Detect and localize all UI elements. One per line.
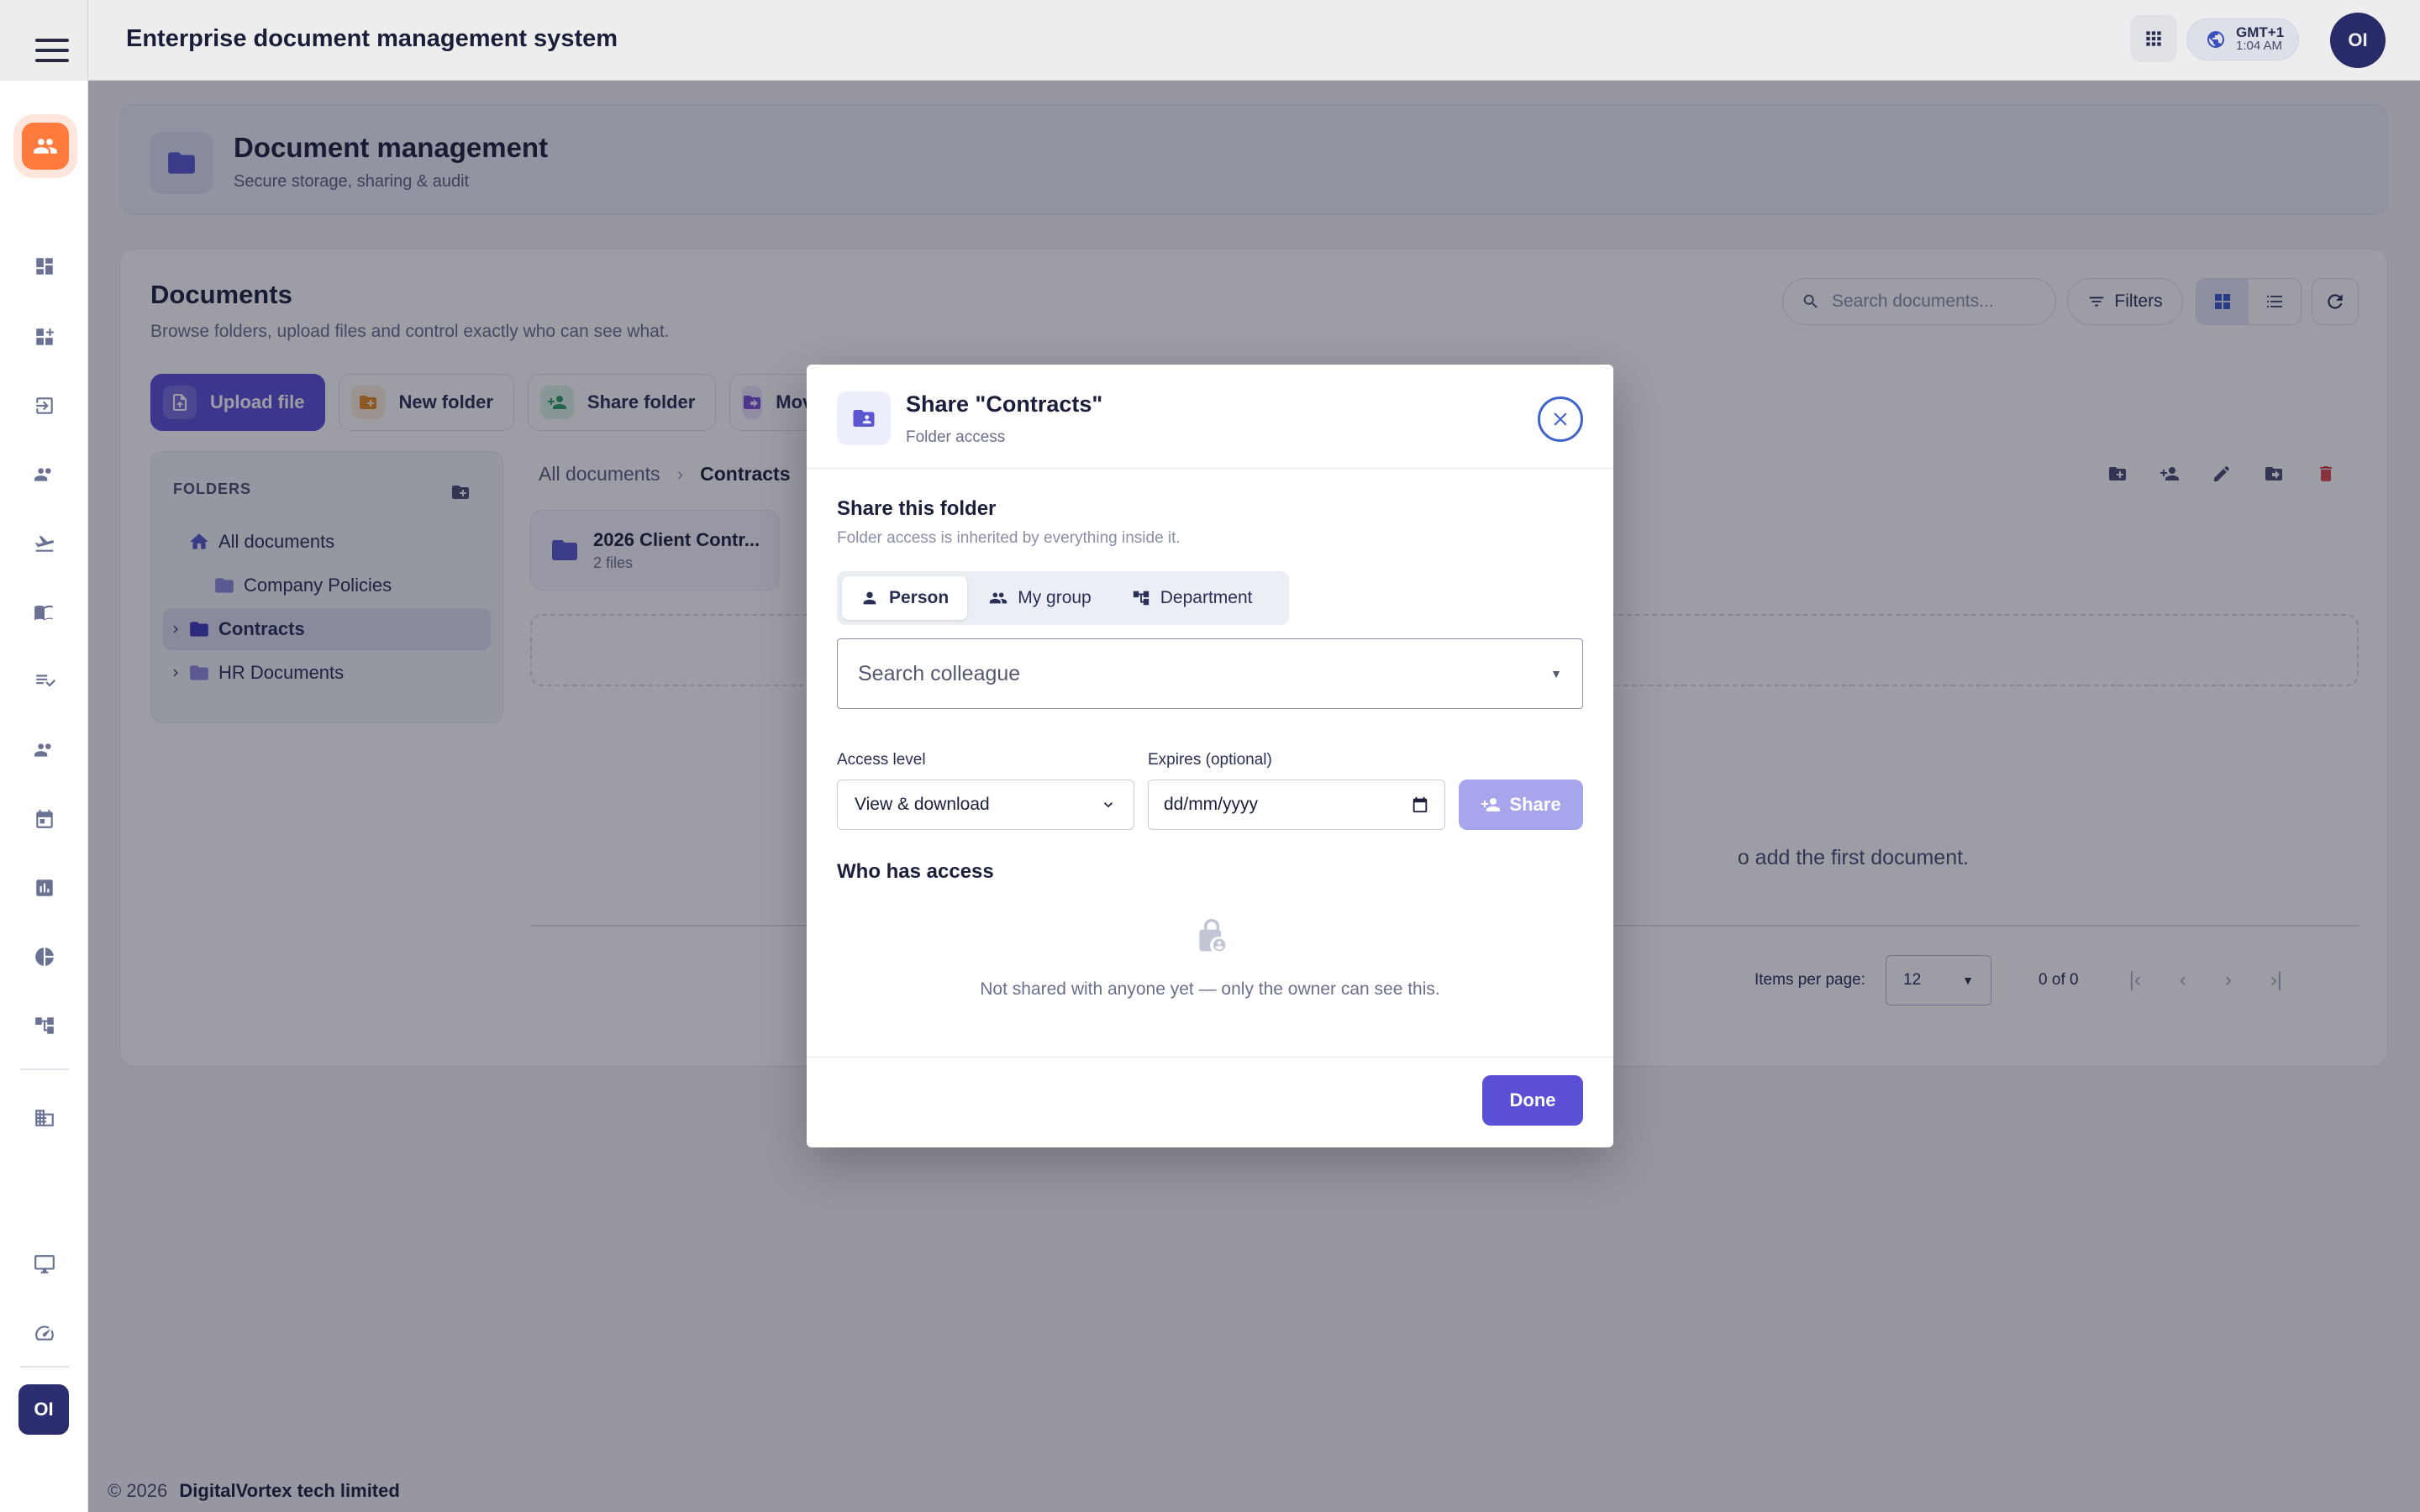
share-button[interactable]: Share <box>1459 780 1583 830</box>
access-level-select[interactable]: View & download <box>837 780 1134 830</box>
caret-down-icon: ▼ <box>1550 667 1562 680</box>
tab-my-group[interactable]: My group <box>971 576 1110 620</box>
share-button-label: Share <box>1509 794 1561 815</box>
dialog-header: Share "Contracts" Folder access <box>807 365 1613 469</box>
close-icon[interactable] <box>1538 396 1583 442</box>
search-colleague-input[interactable]: Search colleague ▼ <box>837 638 1583 709</box>
dashboard-icon[interactable] <box>27 249 62 284</box>
dialog-footer-divider <box>807 1057 1613 1058</box>
no-access-message: Not shared with anyone yet — only the ow… <box>980 979 1440 999</box>
rail-divider-bottom <box>20 1366 69 1368</box>
tab-my-group-label: My group <box>1018 588 1092 607</box>
department-icon <box>1133 591 1149 606</box>
monitor-icon[interactable] <box>27 1247 62 1282</box>
expiry-date-placeholder: dd/mm/yyyy <box>1164 795 1259 814</box>
done-button[interactable]: Done <box>1482 1075 1583 1126</box>
header-scrim <box>0 0 2420 81</box>
share-section-desc: Folder access is inherited by everything… <box>837 529 1181 547</box>
search-colleague-placeholder: Search colleague <box>858 661 1021 685</box>
tab-department[interactable]: Department <box>1113 576 1271 620</box>
folder-shared-icon <box>837 391 891 445</box>
group-icon <box>990 592 1007 604</box>
dialog-subtitle: Folder access <box>906 428 1006 446</box>
chevron-down-icon <box>1104 802 1113 808</box>
hierarchy-icon[interactable] <box>27 1008 62 1043</box>
users-brand-icon[interactable] <box>22 123 69 170</box>
share-dialog: Share "Contracts" Folder access Share th… <box>807 365 1613 1147</box>
access-level-label: Access level <box>837 751 926 769</box>
team-icon[interactable] <box>27 457 62 492</box>
who-has-access-title: Who has access <box>837 860 994 883</box>
access-level-value: View & download <box>855 795 990 814</box>
left-rail: OI <box>0 0 88 1512</box>
people-icon[interactable] <box>27 732 62 768</box>
book-icon[interactable] <box>27 595 62 630</box>
dialog-title: Share "Contracts" <box>906 391 1103 417</box>
bar-chart-icon[interactable] <box>27 870 62 906</box>
share-target-tabs: Person My group Department <box>837 571 1289 625</box>
tab-person[interactable]: Person <box>842 576 968 620</box>
rail-avatar[interactable]: OI <box>18 1384 69 1435</box>
add-widget-icon[interactable] <box>27 319 62 354</box>
login-icon[interactable] <box>27 388 62 423</box>
share-section-title: Share this folder <box>837 497 997 520</box>
speed-icon[interactable] <box>27 1315 62 1351</box>
checklist-icon[interactable] <box>27 664 62 699</box>
tab-department-label: Department <box>1160 588 1253 607</box>
calendar-icon[interactable] <box>27 801 62 837</box>
expires-label: Expires (optional) <box>1148 751 1272 769</box>
calendar-icon[interactable] <box>1411 795 1429 814</box>
expiry-date-input[interactable]: dd/mm/yyyy <box>1148 780 1445 830</box>
lock-person-icon <box>1199 918 1226 952</box>
person-add-icon <box>1481 798 1501 811</box>
tab-person-label: Person <box>889 588 950 607</box>
rail-divider <box>20 1068 69 1070</box>
flight-icon[interactable] <box>27 526 62 561</box>
person-icon <box>863 591 876 605</box>
pie-chart-icon[interactable] <box>27 939 62 974</box>
building-icon[interactable] <box>27 1100 62 1136</box>
